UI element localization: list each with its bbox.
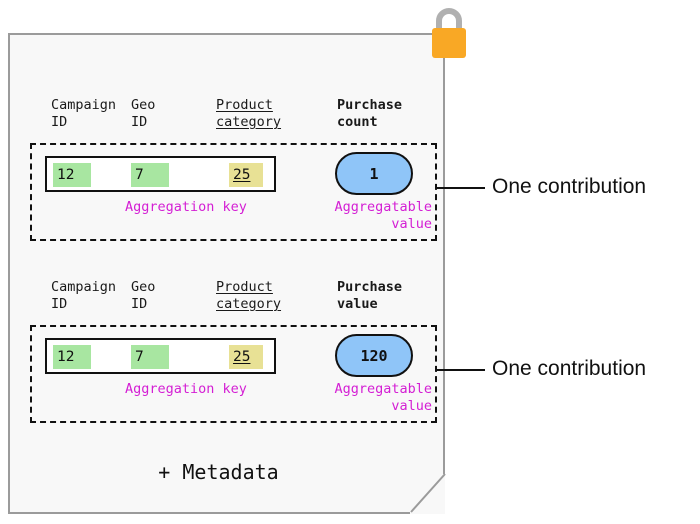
column-header-measure: Purchase count [337, 97, 403, 130]
key-cell-product-category: 25 [229, 163, 263, 187]
column-header-geo-id: Geo ID [131, 279, 156, 312]
key-cell-geo-id: 7 [131, 163, 169, 187]
contribution-group-1: Campaign ID Geo ID Product category Purc… [30, 95, 437, 241]
card-bottom-edge [8, 512, 410, 514]
aggregatable-value-pill-1: 1 [335, 152, 413, 195]
column-header-campaign-id: Campaign ID [51, 279, 117, 312]
aggregation-key-box-1: 12 7 25 [45, 156, 276, 192]
callout-leader-line-1 [437, 187, 485, 189]
card-right-edge [443, 33, 445, 467]
key-cell-geo-id: 7 [131, 345, 169, 369]
callout-leader-line-2 [437, 369, 485, 371]
callout-label-1: One contribution [492, 175, 647, 198]
key-cell-campaign-id: 12 [53, 163, 91, 187]
column-headers-1: Campaign ID Geo ID Product category Purc… [30, 95, 437, 143]
callout-label-2: One contribution [492, 357, 647, 380]
column-header-campaign-id: Campaign ID [51, 97, 117, 130]
aggregatable-value-pill-2: 120 [335, 334, 413, 377]
column-header-product-category: Product category [216, 279, 282, 312]
aggregation-key-caption-2: Aggregation key [125, 381, 247, 397]
metadata-label: + Metadata [158, 460, 279, 484]
key-cell-product-category: 25 [229, 345, 263, 369]
aggregatable-value-caption-2: Aggregatable value [334, 381, 432, 414]
aggregation-key-caption-1: Aggregation key [125, 199, 247, 215]
key-cell-campaign-id: 12 [53, 345, 91, 369]
aggregation-key-box-2: 12 7 25 [45, 338, 276, 374]
column-header-measure: Purchase value [337, 279, 403, 312]
column-headers-2: Campaign ID Geo ID Product category Purc… [30, 277, 437, 325]
lock-icon [432, 8, 466, 58]
column-header-geo-id: Geo ID [131, 97, 156, 130]
contribution-group-2: Campaign ID Geo ID Product category Purc… [30, 277, 437, 423]
column-header-product-category: Product category [216, 97, 282, 130]
aggregatable-value-caption-1: Aggregatable value [334, 199, 432, 232]
